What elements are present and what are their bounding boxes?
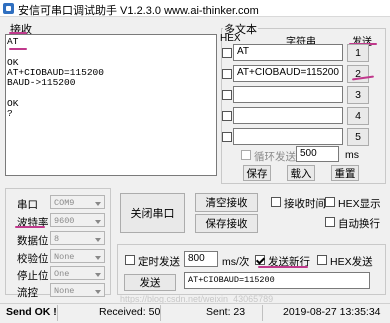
hex-send-checkbox[interactable] [317, 255, 327, 265]
interval-unit-label: ms/次 [222, 256, 250, 268]
flow-select[interactable]: None [50, 283, 105, 297]
row3-hex-checkbox[interactable] [222, 90, 232, 100]
status-datetime: 2019-08-27 13:35:34 [283, 306, 381, 318]
loop-interval-input[interactable]: 500 [296, 146, 339, 162]
loop-send-checkbox[interactable] [241, 150, 251, 160]
row2-send-button[interactable]: 2 [347, 65, 369, 83]
send-text-input[interactable]: AT+CIOBAUD=115200 [184, 272, 370, 289]
annotation-mark [15, 226, 45, 228]
databits-label: 数据位 [17, 235, 49, 247]
close-port-button[interactable]: 关闭串口 [120, 193, 185, 233]
parity-label: 校验位 [17, 253, 49, 265]
row4-string-input[interactable] [233, 107, 343, 124]
row4-send-button[interactable]: 4 [347, 107, 369, 125]
save-receive-button[interactable]: 保存接收 [195, 214, 258, 233]
row2-hex-checkbox[interactable] [222, 69, 232, 79]
row3-send-button[interactable]: 3 [347, 86, 369, 104]
row2-string-input[interactable]: AT+CIOBAUD=115200 [233, 65, 343, 82]
flow-label: 流控 [17, 287, 38, 299]
row1-hex-checkbox[interactable] [222, 48, 232, 58]
status-separator [57, 305, 58, 321]
window-title: 安信可串口调试助手 V1.2.3.0 www.ai-thinker.com [18, 5, 259, 17]
hex-send-label: HEX发送 [330, 256, 373, 268]
send-newline-checkbox[interactable] [255, 255, 265, 265]
annotation-mark [258, 266, 308, 268]
parity-select[interactable]: None [50, 249, 105, 263]
clear-receive-button[interactable]: 清空接收 [195, 193, 258, 212]
load-multi-button[interactable]: 载入 [287, 165, 315, 181]
stopbits-label: 停止位 [17, 270, 49, 282]
auto-wrap-label: 自动换行 [338, 218, 380, 230]
status-sent: Sent: 23 [206, 306, 246, 318]
app-icon [3, 3, 14, 14]
receive-text: AT OK AT+CIOBAUD=115200 BAUD->115200 OK … [7, 36, 104, 120]
save-multi-button[interactable]: 保存 [243, 165, 271, 181]
rx-time-label: 接收时间 [284, 198, 326, 210]
databits-select[interactable]: 8 [50, 231, 105, 245]
stopbits-select[interactable]: One [50, 266, 105, 280]
status-received: Received: 50 [99, 306, 161, 318]
reset-multi-button[interactable]: 重置 [331, 165, 359, 181]
auto-wrap-checkbox[interactable] [325, 217, 335, 227]
baud-select[interactable]: 9600 [50, 213, 105, 227]
hex-header: HEX [220, 33, 241, 44]
timed-send-checkbox[interactable] [125, 255, 135, 265]
row5-hex-checkbox[interactable] [222, 132, 232, 142]
row3-string-input[interactable] [233, 86, 343, 103]
hex-display-label: HEX显示 [338, 198, 381, 210]
port-label: 串口 [17, 199, 38, 211]
port-select[interactable]: COM9 [50, 195, 105, 209]
row5-send-button[interactable]: 5 [347, 128, 369, 146]
status-separator [262, 305, 263, 321]
send-button[interactable]: 发送 [124, 274, 176, 291]
row1-send-button[interactable]: 1 [347, 44, 369, 62]
row5-string-input[interactable] [233, 128, 343, 145]
timed-send-label: 定时发送 [138, 256, 180, 268]
send-interval-input[interactable]: 800 [184, 251, 218, 267]
status-separator [160, 305, 161, 321]
row4-hex-checkbox[interactable] [222, 111, 232, 121]
rx-time-checkbox[interactable] [271, 197, 281, 207]
loop-send-label: 循环发送 [254, 151, 296, 163]
status-state: Send OK ! [6, 306, 57, 318]
hex-display-checkbox[interactable] [325, 197, 335, 207]
loop-unit-label: ms [345, 149, 359, 161]
annotation-mark [9, 48, 27, 50]
row1-string-input[interactable]: AT [233, 44, 343, 61]
